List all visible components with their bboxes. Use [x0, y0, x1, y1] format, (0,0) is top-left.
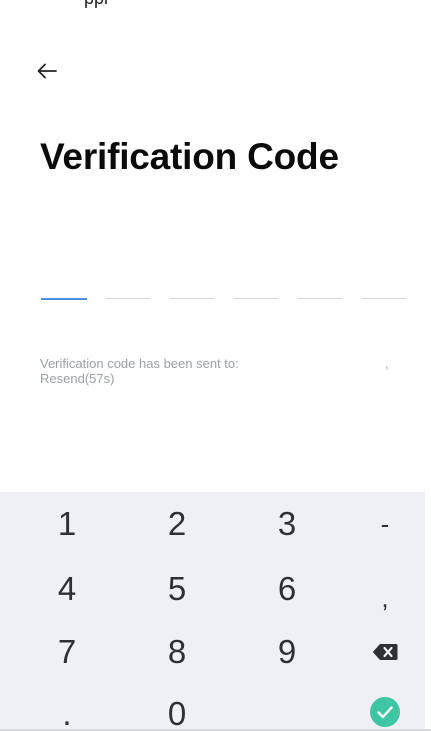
page-title: Verification Code — [40, 136, 339, 177]
separator-text: , — [385, 356, 389, 371]
code-slot-5[interactable] — [297, 272, 343, 299]
key-2[interactable]: 2 — [124, 494, 230, 554]
backspace-icon — [372, 644, 398, 660]
clipped-header-text: ppl — [84, 0, 108, 9]
arrow-left-icon — [37, 63, 57, 79]
verification-screen: ppl Verification Code Verification code … — [0, 0, 431, 731]
resend-link[interactable]: Resend(57s) — [40, 371, 114, 386]
key-0[interactable]: 0 — [124, 684, 230, 731]
sent-to-text: Verification code has been sent to: — [40, 356, 239, 371]
key-5[interactable]: 5 — [124, 559, 230, 619]
confirm-key[interactable] — [332, 682, 431, 731]
top-strip: ppl — [0, 0, 431, 26]
code-slot-6[interactable] — [361, 272, 407, 299]
key-1[interactable]: 1 — [14, 494, 120, 554]
backspace-key[interactable] — [332, 622, 431, 682]
sent-row: Verification code has been sent to: , — [40, 356, 400, 371]
code-slot-4[interactable] — [233, 272, 279, 299]
code-slot-1[interactable] — [41, 272, 87, 300]
key-dot[interactable]: . — [14, 684, 120, 731]
key-8[interactable]: 8 — [124, 622, 230, 682]
back-button[interactable] — [30, 56, 64, 86]
key-dash[interactable]: - — [332, 494, 431, 554]
code-slot-3[interactable] — [169, 272, 215, 299]
verification-info: Verification code has been sent to: , Re… — [40, 356, 400, 386]
key-7[interactable]: 7 — [14, 622, 120, 682]
key-3[interactable]: 3 — [234, 494, 340, 554]
code-input-group — [41, 272, 407, 300]
key-6[interactable]: 6 — [234, 559, 340, 619]
key-9[interactable]: 9 — [234, 622, 340, 682]
numeric-keypad: 1 2 3 - 4 5 6 , 7 8 9 . 0 — [0, 492, 425, 731]
key-comma[interactable]: , — [332, 568, 431, 628]
key-4[interactable]: 4 — [14, 559, 120, 619]
code-slot-2[interactable] — [105, 272, 151, 299]
checkmark-icon — [370, 697, 400, 727]
